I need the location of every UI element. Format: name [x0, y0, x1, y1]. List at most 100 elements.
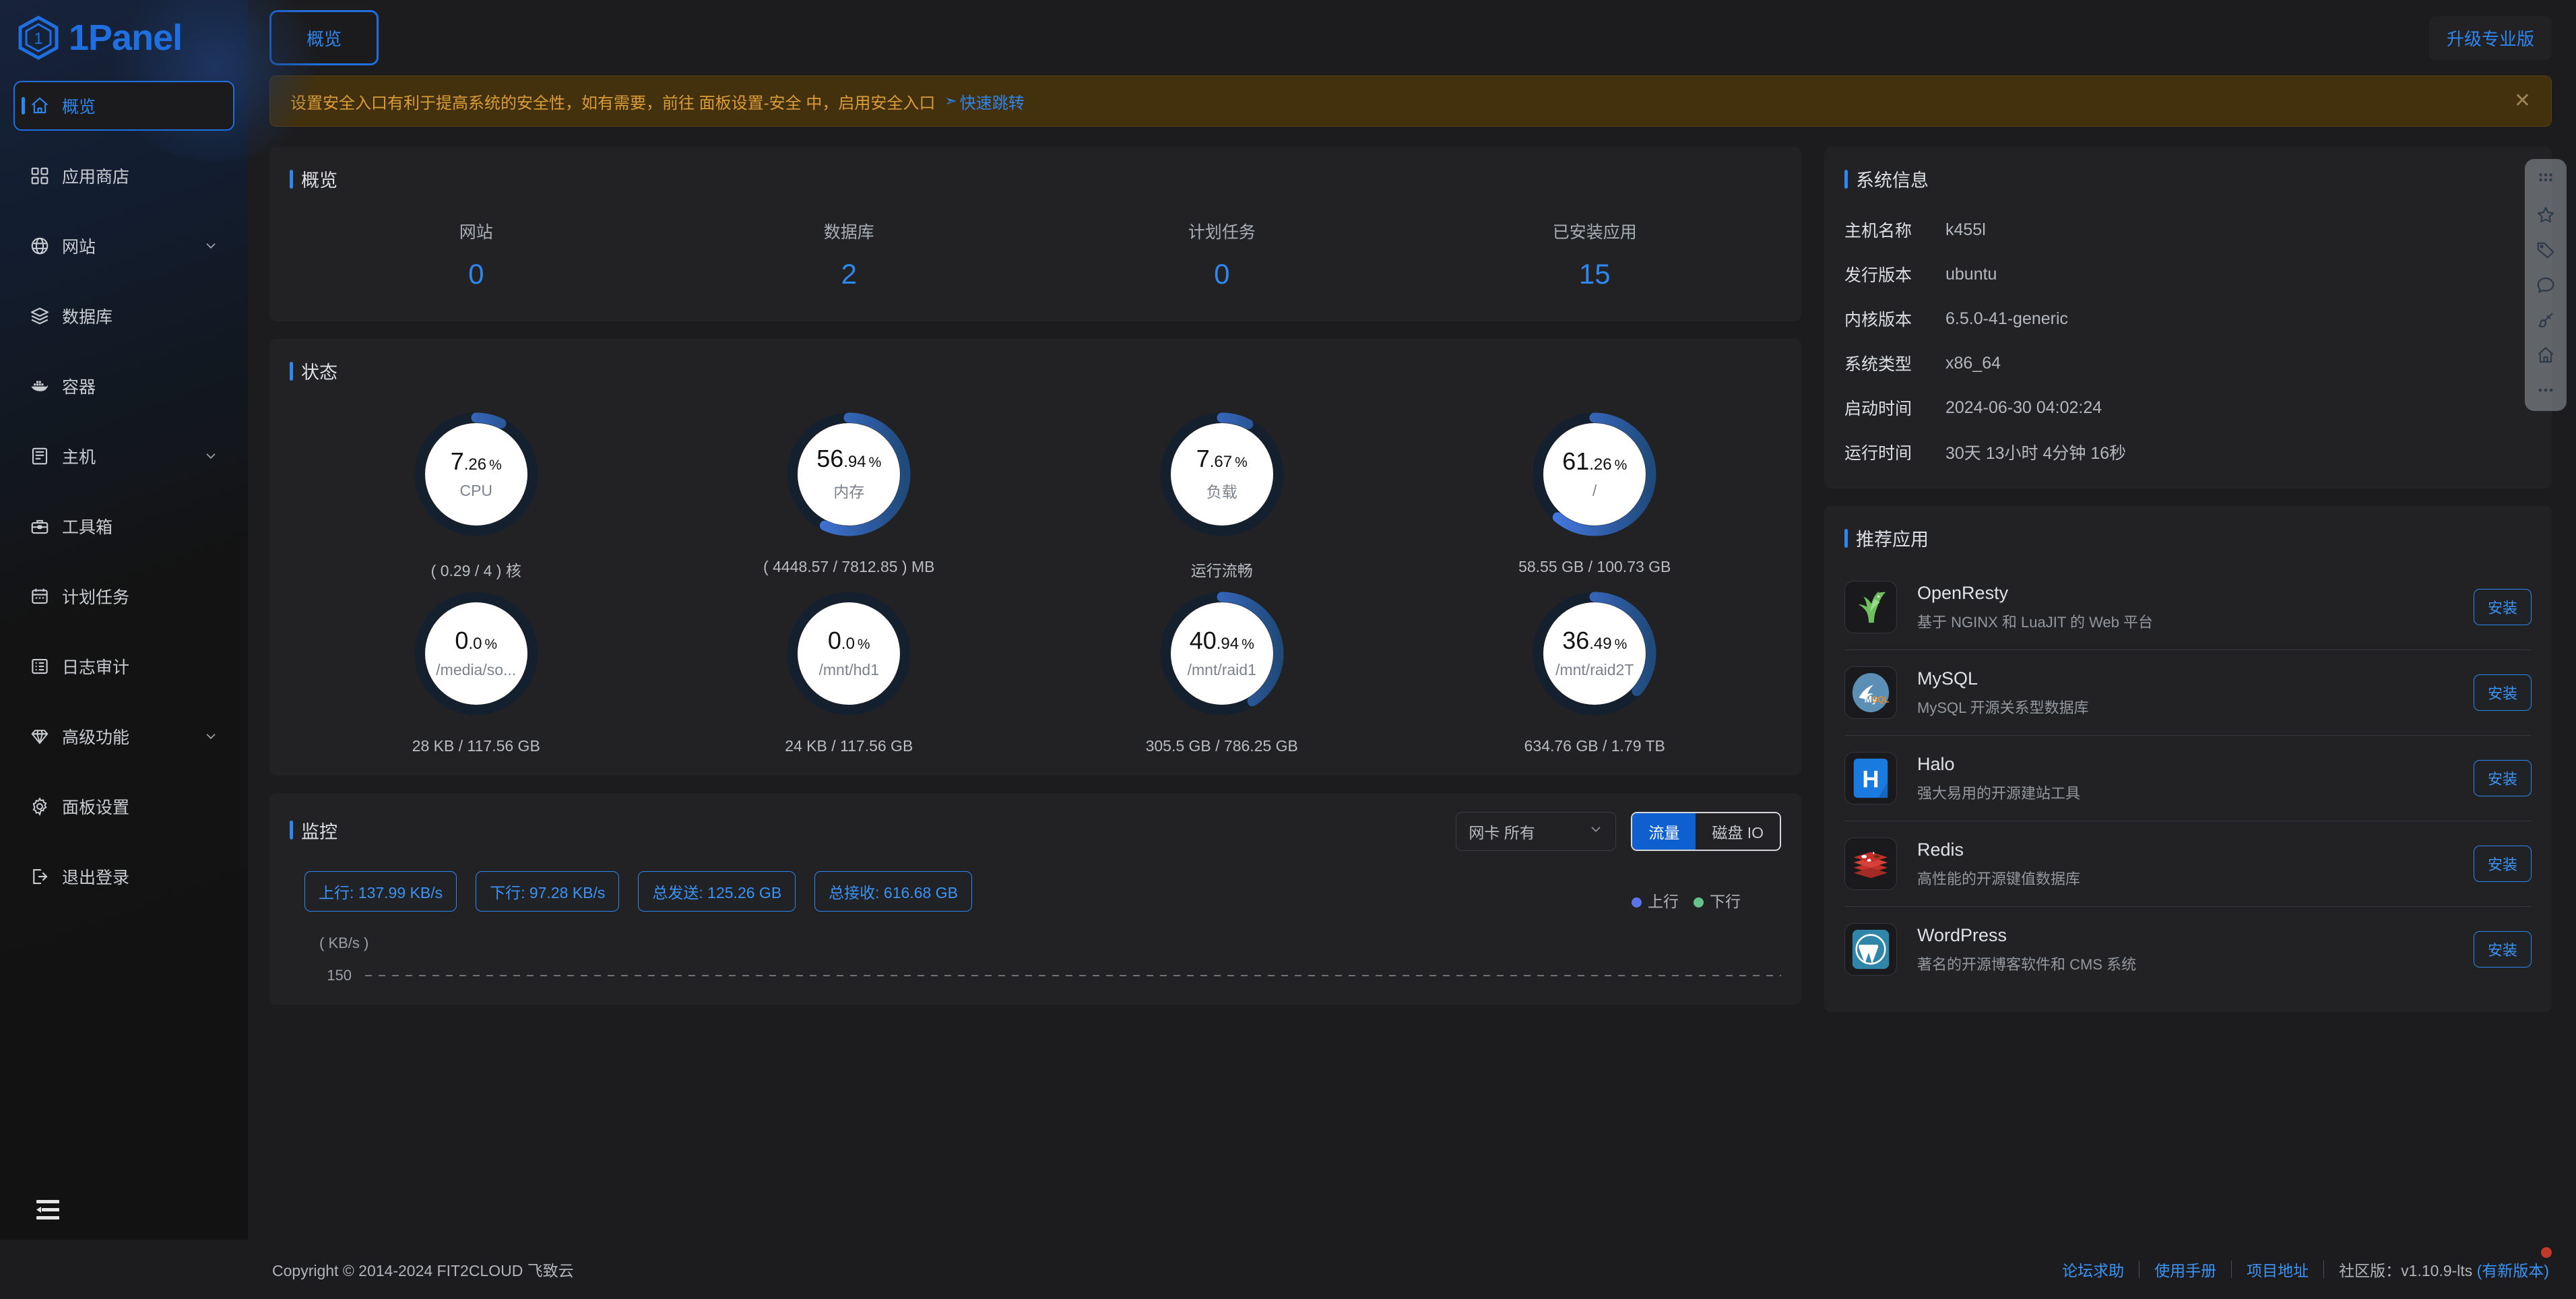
stat-databases[interactable]: 数据库 2 — [663, 219, 1036, 290]
gear-icon — [30, 796, 50, 817]
system-info-row: 启动时间 2024-06-30 04:02:24 — [1844, 395, 2532, 420]
apps-grid-icon[interactable] — [2536, 170, 2556, 190]
sidebar-item-toolbox[interactable]: 工具箱 — [13, 501, 234, 551]
diamond-icon — [30, 726, 50, 747]
title-accent-bar — [1844, 169, 1848, 189]
more-dots-icon[interactable] — [2536, 380, 2556, 400]
security-alert-banner: 设置安全入口有利于提高系统的安全性，如有需要，前往 面板设置-安全 中，启用安全… — [269, 75, 2552, 127]
tab-disk-io[interactable]: 磁盘 IO — [1696, 813, 1780, 850]
log-list-icon — [30, 656, 50, 676]
sidebar-item-host[interactable]: 主机 — [13, 431, 234, 481]
chevron-down-icon[interactable] — [203, 729, 218, 744]
project-link[interactable]: 项目地址 — [2232, 1258, 2323, 1281]
status-gauge: 7.67% 负载 运行流畅 — [1035, 408, 1409, 581]
brush-icon[interactable] — [2536, 310, 2556, 330]
gauge-label: /mnt/hd1 — [818, 660, 880, 678]
stat-installed-apps[interactable]: 已安装应用 15 — [1409, 219, 1782, 290]
legend-label: 上行 — [1648, 893, 1679, 910]
brand-logo[interactable]: 1 1Panel — [0, 0, 248, 75]
grid-apps-icon — [30, 166, 50, 186]
tab-traffic[interactable]: 流量 — [1632, 813, 1696, 850]
network-interface-select[interactable]: 网卡 所有 — [1456, 812, 1617, 851]
sidebar-item-label: 数据库 — [62, 308, 113, 327]
sidebar-item-logout[interactable]: 退出登录 — [13, 852, 234, 901]
comment-icon[interactable] — [2536, 275, 2556, 295]
chip-upload-rate[interactable]: 上行: 137.99 KB/s — [304, 871, 457, 912]
system-info-title: 系统信息 — [1844, 166, 2532, 192]
navigate-arrow-icon: ➣ — [944, 92, 957, 109]
stat-websites[interactable]: 网站 0 — [290, 219, 663, 290]
sidebar-item-overview[interactable]: 概览 — [13, 81, 234, 131]
sidebar-item-database[interactable]: 数据库 — [13, 291, 234, 341]
chip-total-sent[interactable]: 总发送: 125.26 GB — [638, 871, 796, 912]
overview-stats: 网站 0 数据库 2 计划任务 0 已安装应用 15 — [290, 195, 1781, 301]
install-button[interactable]: 安装 — [2473, 674, 2532, 711]
sidebar-item-app-store[interactable]: 应用商店 — [13, 151, 234, 201]
gauge-center: 56.94% 内存 — [798, 423, 901, 526]
gauge-percent: 61.26% — [1562, 449, 1627, 474]
stat-label: 数据库 — [823, 223, 874, 242]
app-meta: WordPress 著名的开源博客软件和 CMS 系统 — [1917, 925, 2453, 974]
status-gauge: 40.94% /mnt/raid1 305.5 GB / 786.25 GB — [1035, 588, 1409, 755]
upgrade-pro-button[interactable]: 升级专业版 — [2428, 15, 2552, 60]
install-button[interactable]: 安装 — [2473, 760, 2532, 796]
gauge-percent: 56.94% — [816, 447, 881, 471]
chevron-down-icon — [1588, 822, 1603, 841]
recommended-apps-title-text: 推荐应用 — [1856, 530, 1929, 550]
sidebar-item-label: 网站 — [62, 238, 96, 257]
sidebar-nav: 概览 应用商店 网站 数据库 容器 主机 工具箱 计划任务 日志审计 高级功能 … — [0, 75, 248, 922]
gauge-int: 61 — [1562, 447, 1590, 475]
install-button[interactable]: 安装 — [2473, 846, 2532, 882]
gauge-unit: % — [1235, 455, 1248, 470]
chip-total-received[interactable]: 总接收: 616.68 GB — [814, 871, 972, 912]
close-icon[interactable]: ✕ — [2514, 91, 2531, 111]
sidebar-item-container[interactable]: 容器 — [13, 361, 234, 411]
sidebar-item-logs[interactable]: 日志审计 — [13, 641, 234, 691]
system-info-key: 启动时间 — [1844, 400, 1912, 418]
legend-item-download[interactable]: 下行 — [1694, 889, 1741, 912]
monitor-header: 监控 网卡 所有 流量 磁盘 IO — [290, 812, 1781, 851]
new-version-link[interactable]: (有新版本) — [2477, 1262, 2549, 1279]
app-meta: Redis 高性能的开源键值数据库 — [1917, 839, 2453, 889]
svg-text:1: 1 — [34, 30, 42, 48]
sidebar-item-settings[interactable]: 面板设置 — [13, 782, 234, 831]
stat-cron-jobs[interactable]: 计划任务 0 — [1035, 219, 1409, 290]
home-icon[interactable] — [2536, 345, 2556, 365]
gauge-ring: 0.0% /mnt/hd1 — [783, 588, 915, 720]
wordpress-icon — [1844, 923, 1897, 976]
legend-item-upload[interactable]: 上行 — [1632, 889, 1679, 912]
gauge-unit: % — [489, 457, 502, 473]
tag-icon[interactable] — [2536, 240, 2556, 260]
overview-card-title: 概览 — [290, 166, 1781, 192]
tab-overview[interactable]: 概览 — [269, 10, 379, 65]
copyright-text: Copyright © 2014-2024 FIT2CLOUD 飞致云 — [272, 1262, 574, 1279]
star-icon[interactable] — [2536, 205, 2556, 225]
chevron-down-icon[interactable] — [203, 239, 218, 253]
sidebar-item-advanced[interactable]: 高级功能 — [13, 711, 234, 761]
gauge-percent: 0.0% — [455, 628, 497, 653]
sidebar-item-cron[interactable]: 计划任务 — [13, 571, 234, 621]
chip-download-rate[interactable]: 下行: 97.28 KB/s — [476, 871, 620, 912]
install-button[interactable]: 安装 — [2473, 589, 2532, 625]
gauge-percent: 36.49% — [1562, 628, 1628, 653]
system-info-value: x86_64 — [1945, 353, 2001, 373]
gauge-label: 内存 — [833, 483, 865, 501]
gauge-label: /mnt/raid1 — [1187, 660, 1256, 678]
left-column: 概览 网站 0 数据库 2 计划任务 0 已安装应用 15 状态 7.26 % … — [269, 147, 1801, 1005]
app-meta: OpenResty 基于 NGINX 和 LuaJIT 的 Web 平台 — [1917, 583, 2453, 632]
gauge-ring: 61.26% / — [1528, 408, 1661, 540]
gauge-unit: % — [1614, 636, 1628, 652]
overview-title-text: 概览 — [301, 170, 337, 191]
manual-link[interactable]: 使用手册 — [2139, 1258, 2231, 1281]
status-title-text: 状态 — [301, 362, 337, 383]
system-info-key: 运行时间 — [1844, 444, 1912, 463]
sidebar-item-website[interactable]: 网站 — [13, 221, 234, 271]
hamburger-collapse-icon[interactable] — [35, 1199, 61, 1222]
install-button[interactable]: 安装 — [2473, 931, 2532, 968]
chevron-down-icon[interactable] — [203, 449, 218, 464]
gauge-label: / — [1592, 481, 1597, 499]
forum-link[interactable]: 论坛求助 — [2047, 1258, 2139, 1281]
app-name: WordPress — [1917, 924, 2007, 945]
app-list-item: My SQL MySQL MySQL 开源关系型数据库 安装 — [1844, 650, 2532, 736]
alert-jump-link[interactable]: 快速跳转 — [960, 90, 1025, 113]
